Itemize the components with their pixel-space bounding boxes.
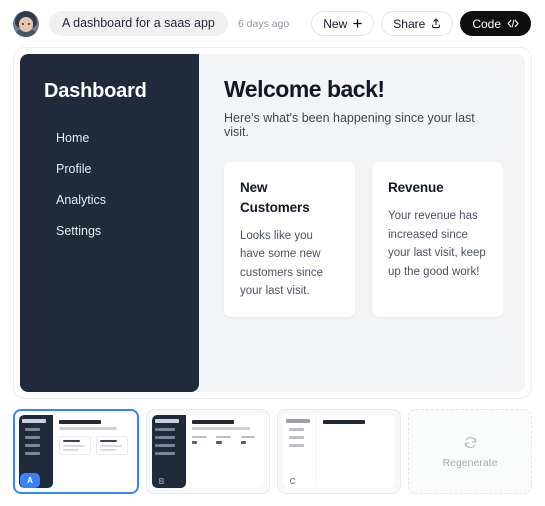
code-brackets-icon — [507, 19, 519, 28]
mini-nav-item — [289, 428, 304, 431]
mini-main — [186, 415, 264, 488]
mini-main — [317, 415, 395, 488]
mini-nav-item — [25, 444, 40, 447]
mini-heading — [59, 420, 101, 424]
avatar[interactable] — [13, 10, 39, 37]
regenerate-label: Regenerate — [442, 456, 498, 469]
mini-card — [59, 435, 91, 455]
code-button-label: Code — [472, 16, 501, 31]
mini-nav-item — [25, 428, 40, 431]
variant-strip: A B C Regenerate — [13, 409, 532, 494]
variant-badge-a: A — [20, 473, 40, 488]
mini-nav-item — [155, 443, 175, 447]
variant-badge-c: C — [289, 477, 296, 486]
card-list: New Customers Looks like you have some n… — [224, 162, 503, 318]
mini-card-list — [59, 435, 128, 455]
page-title: Welcome back! — [224, 76, 385, 102]
avatar-eye-right — [28, 22, 30, 25]
variant-badge-b: B — [158, 477, 165, 486]
sidebar-item-home[interactable]: Home — [20, 123, 199, 154]
card-revenue: Revenue Your revenue has increased since… — [372, 162, 503, 318]
card-new-customers: New Customers Looks like you have some n… — [224, 162, 355, 318]
mini-nav-item — [155, 435, 175, 439]
card-body: Looks like you have some new customers s… — [240, 229, 324, 298]
new-button[interactable]: New — [311, 11, 375, 36]
mini-stat — [240, 435, 259, 444]
avatar-eye-left — [22, 22, 24, 25]
share-upload-icon — [431, 18, 441, 29]
mini-stat-value — [192, 441, 198, 444]
project-timestamp: 6 days ago — [237, 17, 290, 30]
app-main: Welcome back! Here's what's been happeni… — [199, 54, 525, 392]
sidebar-item-analytics[interactable]: Analytics — [20, 185, 199, 216]
mini-subtitle — [59, 427, 117, 430]
mini-stat — [216, 435, 234, 444]
card-title: New Customers — [240, 180, 310, 215]
mini-main — [53, 415, 133, 488]
mini-card — [96, 435, 128, 455]
refresh-icon — [463, 435, 478, 450]
mini-card-line — [63, 445, 85, 447]
mini-nav-item — [25, 452, 40, 455]
share-button-label: Share — [393, 16, 426, 31]
sidebar-nav: Home Profile Analytics Settings — [20, 123, 199, 247]
preview-frame: Dashboard Home Profile Analytics Setting… — [13, 47, 532, 399]
sidebar-title: Dashboard — [44, 80, 147, 102]
mini-nav-item — [289, 444, 304, 447]
project-title-pill[interactable]: A dashboard for a saas app — [49, 10, 228, 37]
regenerate-button[interactable]: Regenerate — [408, 409, 532, 494]
mini-nav-item — [289, 436, 304, 439]
mini-card-line — [100, 445, 122, 447]
dashboard-app: Dashboard Home Profile Analytics Setting… — [20, 54, 525, 392]
mini-card-line — [63, 449, 79, 451]
sidebar-item-settings[interactable]: Settings — [20, 216, 199, 247]
mini-subtitle — [192, 427, 250, 430]
mini-sidebar-title — [155, 419, 179, 423]
mini-stat — [192, 435, 210, 444]
top-bar: A dashboard for a saas app 6 days ago Ne… — [0, 0, 545, 47]
mini-card-line — [100, 449, 116, 451]
new-button-label: New — [323, 16, 348, 31]
code-button[interactable]: Code — [460, 11, 531, 36]
mini-sidebar-title — [22, 419, 46, 423]
mini-nav-item — [25, 436, 40, 439]
mini-stat-value — [240, 441, 247, 444]
mini-nav-item — [155, 427, 175, 431]
sidebar-item-profile[interactable]: Profile — [20, 154, 199, 185]
mini-card-title — [100, 439, 117, 442]
variant-thumbnail-b[interactable]: B — [146, 409, 270, 494]
card-body: Your revenue has increased since your la… — [388, 210, 486, 278]
page-subtitle: Here's what's been happening since your … — [224, 111, 475, 140]
mini-heading — [323, 420, 365, 424]
mini-stat-list — [192, 435, 259, 444]
mini-stat-label — [240, 435, 256, 438]
mini-stat-label — [216, 435, 231, 438]
plus-icon — [353, 19, 363, 28]
app-sidebar: Dashboard Home Profile Analytics Setting… — [20, 54, 199, 392]
mini-stat-value — [216, 441, 222, 444]
variant-thumbnail-a[interactable]: A — [13, 409, 139, 494]
share-button[interactable]: Share — [381, 11, 454, 36]
mini-heading — [192, 420, 234, 424]
variant-thumbnail-c[interactable]: C — [277, 409, 401, 494]
mini-card-title — [63, 439, 80, 442]
mini-stat-label — [192, 435, 207, 438]
mini-nav-item — [155, 451, 175, 455]
card-title: Revenue — [388, 180, 444, 196]
mini-sidebar-title — [286, 419, 310, 423]
